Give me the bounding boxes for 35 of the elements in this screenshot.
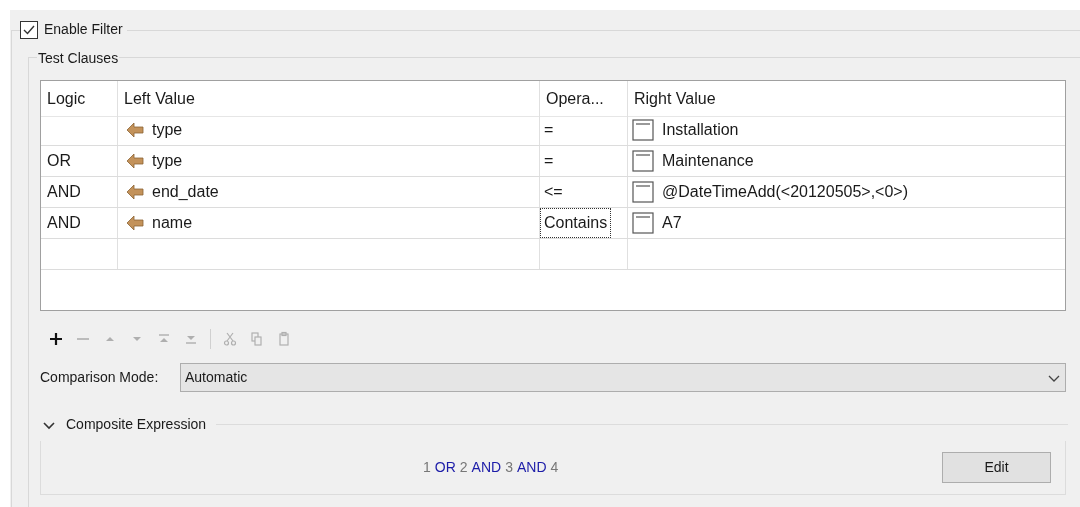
edit-button[interactable]: Edit <box>942 452 1051 483</box>
table-cell[interactable]: Contains <box>540 208 612 238</box>
table-cell-text: AND <box>47 182 81 202</box>
table-cell-text: Maintenance <box>662 151 754 171</box>
value-icon <box>632 181 654 203</box>
attribute-icon <box>126 214 144 232</box>
attribute-icon <box>126 121 144 139</box>
enable-filter-checkbox[interactable] <box>20 20 38 39</box>
add-icon[interactable] <box>48 331 64 347</box>
value-icon <box>632 119 654 141</box>
column-header[interactable]: Right Value <box>628 81 1065 116</box>
table-cell-text: Installation <box>662 120 739 140</box>
comparison-mode-dropdown[interactable]: Automatic <box>180 363 1066 392</box>
attribute-icon <box>126 152 144 170</box>
table-cell-text: end_date <box>152 182 219 202</box>
table-cell[interactable]: = <box>540 115 558 145</box>
enable-filter-label: Enable Filter <box>44 20 123 39</box>
column-header[interactable]: Left Value <box>118 81 540 116</box>
value-icon <box>632 150 654 172</box>
column-header[interactable]: Opera... <box>540 81 628 116</box>
comparison-mode-label: Comparison Mode: <box>40 368 160 387</box>
table-cell-text: @DateTimeAdd(<20120505>,<0>) <box>662 182 909 202</box>
column-header[interactable]: Logic <box>41 81 118 116</box>
table-cell-text: type <box>152 151 183 171</box>
table-cell-text: name <box>152 213 193 233</box>
attribute-icon <box>126 183 144 201</box>
table-cell-text: OR <box>47 151 71 171</box>
table-cell-text: type <box>152 120 183 140</box>
table-cell-text: AND <box>47 213 81 233</box>
table-cell[interactable]: <= <box>540 177 567 207</box>
section-title: Composite Expression <box>66 415 207 434</box>
value-icon <box>632 212 654 234</box>
expression-text: 1 OR 2 AND 3 AND 4 <box>423 458 559 477</box>
table-cell[interactable]: = <box>540 146 558 176</box>
table-cell-text: A7 <box>662 213 682 233</box>
